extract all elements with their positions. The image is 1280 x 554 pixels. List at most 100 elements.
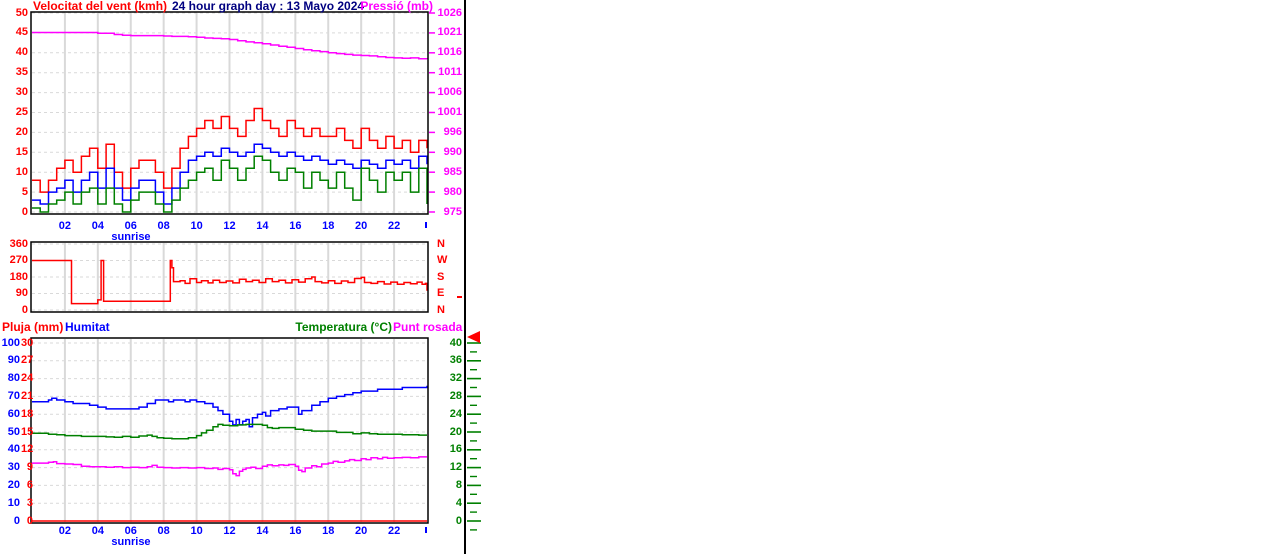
hour-label: 02	[58, 525, 72, 537]
charts-canvas	[30, 11, 481, 531]
pressure-tick: 1021	[437, 26, 462, 39]
direction-deg-tick: 180	[9, 270, 28, 283]
direction-compass-tick: E	[437, 287, 445, 299]
direction-compass-tick: S	[437, 270, 445, 283]
temperature-tick: 24	[449, 407, 462, 420]
rain-tick: 27	[21, 354, 34, 367]
direction-compass-tick: N	[437, 237, 445, 250]
direction-deg-tick: 90	[15, 287, 28, 299]
rain-tick: 3	[26, 496, 33, 509]
rain-tick: 21	[21, 389, 34, 402]
humidity-tick: 40	[7, 443, 20, 456]
pressure-tick: 1016	[437, 46, 462, 59]
humidity-tick: 30	[7, 461, 20, 474]
hour-label: 06	[124, 220, 137, 232]
hour-label: 04	[91, 525, 104, 537]
temperature-tick: 8	[455, 478, 462, 491]
temperature-tick: 0	[455, 514, 462, 527]
pressure-tick: 1011	[438, 66, 462, 79]
hour-label: 02	[58, 220, 72, 232]
temperature-tick: 12	[449, 461, 462, 474]
pressure-tick: 980	[443, 185, 462, 198]
wind-speed-tick: 35	[15, 66, 28, 79]
humidity-axis-title: Humitat	[65, 320, 110, 334]
wind-speed-tick: 25	[15, 106, 28, 118]
wind-speed-tick: 10	[15, 165, 28, 178]
pressure-tick: 1026	[437, 6, 462, 19]
humidity-tick: 50	[7, 425, 20, 438]
hour-label: 14	[256, 525, 269, 537]
pressure-tick: 985	[443, 165, 462, 178]
wind-speed-tick: 40	[15, 46, 28, 59]
pressure-tick: 990	[443, 145, 462, 158]
wind-speed-tick: 5	[21, 185, 28, 198]
hour-label: 14	[256, 220, 269, 232]
wind-speed-tick: 45	[15, 26, 28, 39]
wind-axis-title: Velocitat del vent (kmh)	[33, 0, 168, 13]
wind-speed-tick: 15	[15, 145, 28, 158]
hour-label: 18	[322, 220, 335, 232]
direction-deg-tick: 0	[21, 303, 28, 316]
hour-label: 08	[157, 220, 170, 232]
rain-tick: 30	[21, 336, 34, 349]
dew-point-axis-title: Punt rosada	[393, 320, 463, 334]
hour-label: 10	[190, 220, 203, 232]
temperature-tick: 16	[449, 443, 462, 456]
humidity-tick: 70	[7, 389, 20, 402]
rain-tick: 24	[21, 372, 34, 385]
pressure-axis-title: Pressió (mb)	[360, 0, 433, 13]
temperature-tick: 28	[449, 389, 462, 402]
rain-tick: 9	[26, 461, 33, 474]
sunrise-annotation-top: sunrise	[111, 231, 151, 243]
pressure-tick: 975	[443, 205, 462, 218]
rain-tick: 15	[21, 425, 34, 438]
humidity-tick: 100	[1, 336, 20, 349]
humidity-tick: 0	[13, 514, 20, 527]
humidity-tick: 80	[7, 372, 20, 385]
direction-deg-tick: 270	[9, 254, 28, 266]
hour-label: 22	[387, 525, 401, 537]
temperature-tick: 20	[449, 425, 462, 438]
temperature-tick: 32	[449, 372, 462, 385]
temperature-tick: 4	[455, 496, 462, 509]
humidity-tick: 20	[7, 478, 20, 491]
pressure-tick: 996	[443, 125, 462, 138]
hour-label: 04	[91, 220, 104, 232]
humidity-tick: 60	[7, 407, 20, 420]
hour-label: 08	[157, 525, 170, 537]
end-of-day-tick-bottom	[425, 527, 427, 533]
pressure-tick: 1006	[437, 86, 462, 99]
wind-speed-tick: 30	[15, 86, 28, 99]
direction-deg-tick: 360	[9, 237, 28, 250]
hour-label: 22	[387, 220, 401, 232]
end-of-day-tick-top	[425, 222, 427, 228]
rain-axis-title: Pluja (mm)	[2, 320, 64, 334]
hour-label: 12	[223, 525, 236, 537]
hour-label: 20	[355, 525, 368, 537]
direction-compass-tick: W	[437, 254, 448, 266]
sunrise-annotation-bottom: sunrise	[111, 536, 151, 548]
wind-speed-tick: 0	[21, 205, 28, 218]
current-temperature-arrow-icon	[467, 331, 480, 343]
temperature-tick: 40	[449, 336, 462, 349]
hour-label: 16	[289, 525, 302, 537]
hour-label: 18	[322, 525, 335, 537]
temperature-tick: 36	[449, 354, 462, 367]
rain-tick: 6	[26, 478, 33, 491]
hour-label: 20	[355, 220, 368, 232]
humidity-tick: 90	[7, 354, 20, 367]
right-separator-line	[464, 0, 466, 554]
temperature-axis-title: Temperatura (°C)	[295, 320, 392, 334]
rain-tick: 12	[21, 443, 34, 456]
hour-label: 10	[190, 525, 203, 537]
wind-speed-tick: 20	[15, 125, 28, 138]
rain-tick: 18	[21, 407, 34, 420]
wind-speed-tick: 50	[15, 6, 28, 19]
direction-minor-tick	[457, 296, 462, 298]
hour-label: 06	[124, 525, 137, 537]
direction-compass-tick: N	[437, 303, 445, 316]
hour-label: 16	[289, 220, 302, 232]
pressure-tick: 1001	[437, 106, 462, 118]
weather-graph-window: Velocitat del vent (kmh) 24 hour graph d…	[0, 0, 1280, 554]
rain-tick: 0	[26, 514, 33, 527]
